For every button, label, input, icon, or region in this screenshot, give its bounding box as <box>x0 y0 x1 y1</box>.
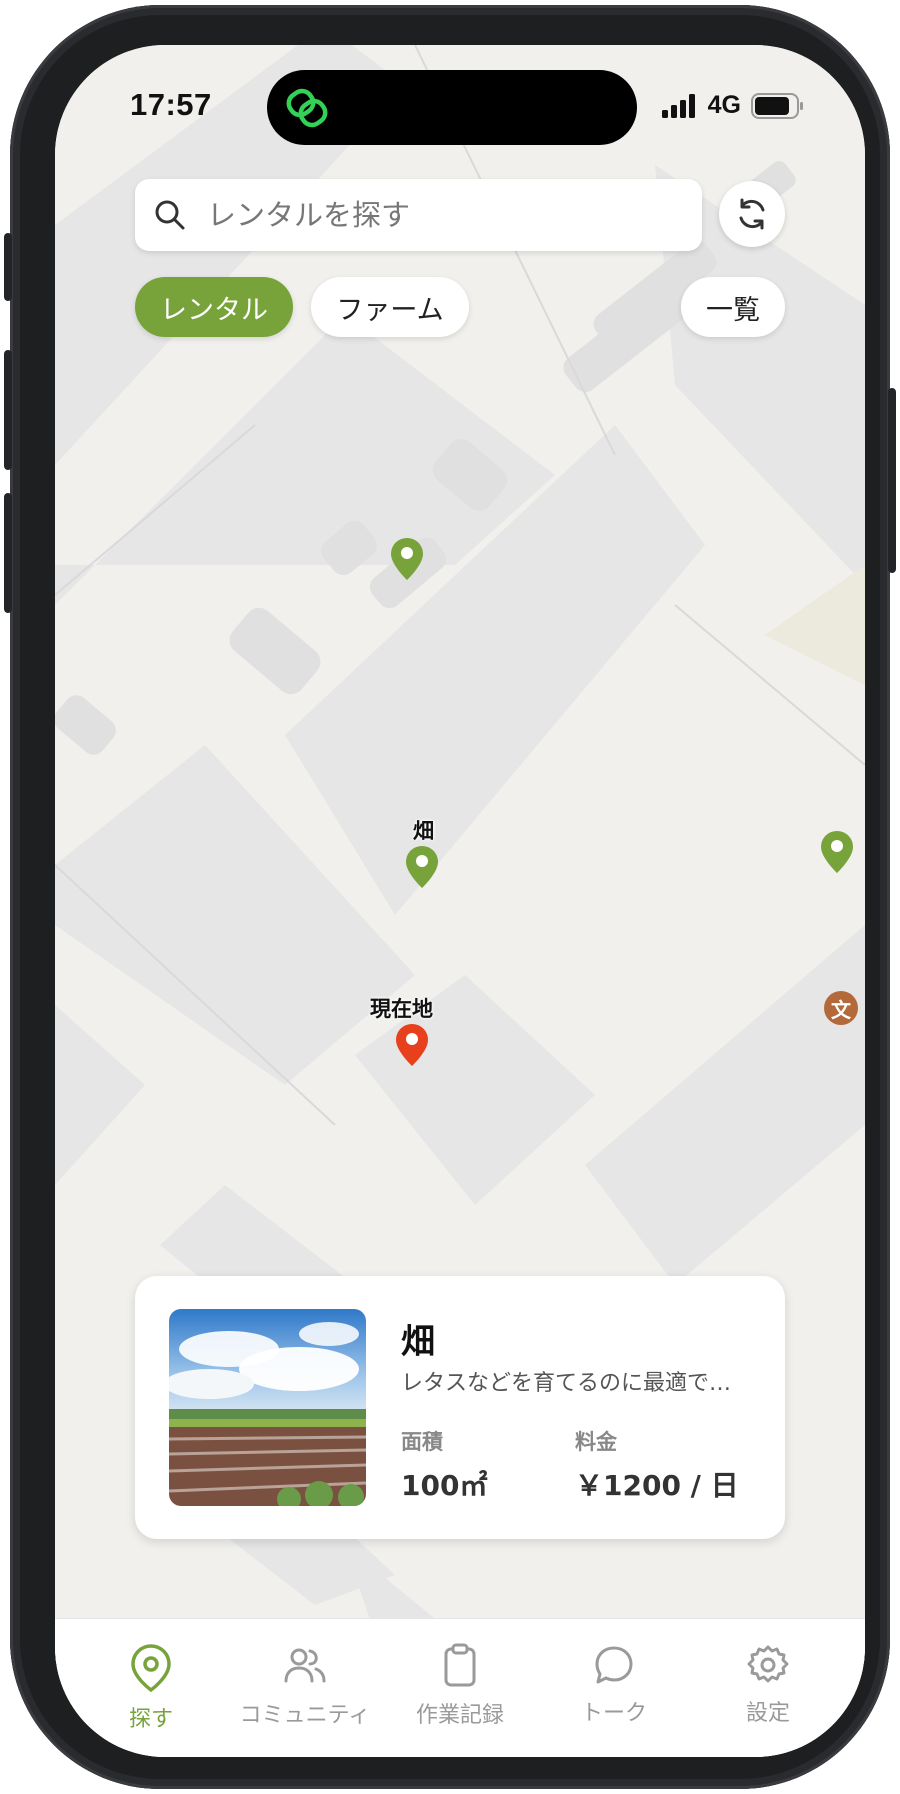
filter-chip-rental[interactable]: レンタル <box>135 277 293 337</box>
signal-icon <box>661 93 695 118</box>
area-label: 面積 <box>401 1430 443 1454</box>
chat-bubble-icon <box>595 1646 633 1684</box>
tab-label: 設定 <box>745 1701 790 1726</box>
search-input[interactable] <box>207 198 677 232</box>
refresh-icon <box>739 198 765 230</box>
volume-down-button <box>4 493 12 613</box>
current-location-label: 現在地 <box>370 997 433 1021</box>
users-icon <box>284 1648 326 1683</box>
price-value: ￥1200 / 日 <box>575 1469 739 1502</box>
filter-chip-farm[interactable]: ファーム <box>311 277 469 337</box>
farm-marker[interactable] <box>820 830 854 874</box>
refresh-button[interactable] <box>719 181 785 247</box>
tab-bar: 探す コミュニティ 作業記録 トーク 設定 <box>55 1618 865 1757</box>
status-time: 17:57 <box>130 87 212 122</box>
price-label: 料金 <box>575 1430 617 1454</box>
school-poi-icon[interactable]: 文 <box>824 991 858 1025</box>
screen: 17:57 4G レンタルを探す レンタル ファーム 一覧 畑 現在地 文 畑 … <box>55 45 865 1757</box>
power-button <box>888 388 896 573</box>
app-logo-icon <box>286 88 328 128</box>
tab-work-log[interactable]: 作業記録 <box>379 1619 541 1739</box>
card-description: レタスなどを育てるのに最適で… <box>401 1371 732 1396</box>
farm-marker[interactable] <box>390 537 424 581</box>
card-title: 畑 <box>401 1322 435 1362</box>
volume-up-button <box>4 350 12 470</box>
tab-settings[interactable]: 設定 <box>687 1619 849 1739</box>
clipboard-icon <box>444 1643 476 1687</box>
search-bar[interactable] <box>135 179 702 251</box>
tab-label: 作業記録 <box>415 1703 504 1728</box>
status-indicators: 4G <box>661 91 805 120</box>
action-button <box>4 233 12 301</box>
tab-label: コミュニティ <box>239 1703 371 1728</box>
tab-label: 探す <box>128 1707 173 1732</box>
farm-marker[interactable] <box>405 845 439 889</box>
dynamic-island <box>267 70 637 145</box>
tab-talk[interactable]: トーク <box>533 1619 695 1739</box>
area-value: 100㎡ <box>401 1469 488 1502</box>
farm-photo <box>169 1309 366 1506</box>
tab-community[interactable]: コミュニティ <box>224 1619 386 1739</box>
tab-label: トーク <box>580 1701 647 1726</box>
marker-label: 畑 <box>413 819 434 843</box>
current-location-marker[interactable] <box>395 1023 429 1067</box>
phone-frame: 17:57 4G レンタルを探す レンタル ファーム 一覧 畑 現在地 文 畑 … <box>4 5 896 1789</box>
list-view-button[interactable]: 一覧 <box>681 277 785 337</box>
gear-icon <box>747 1645 789 1683</box>
battery-icon <box>751 92 803 119</box>
map-pin-icon <box>131 1644 171 1693</box>
search-icon <box>155 200 185 230</box>
rental-card[interactable]: 畑 レタスなどを育てるのに最適で… 面積 料金 100㎡ ￥1200 / 日 <box>135 1276 785 1539</box>
network-type: 4G <box>707 91 741 119</box>
tab-explore[interactable]: 探す <box>70 1619 232 1739</box>
